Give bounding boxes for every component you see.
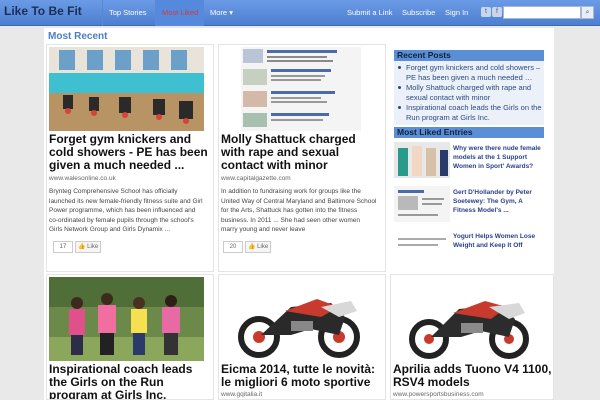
story-title[interactable]: Molly Shattuck charged with rape and sex…: [221, 133, 381, 172]
story-source[interactable]: www.walesonline.co.uk: [49, 175, 116, 182]
recent-post-item[interactable]: Molly Shattuck charged with rape and sex…: [394, 83, 544, 102]
site-brand[interactable]: Like To Be Fit: [4, 4, 82, 18]
story-thumbnail-motorcycle[interactable]: [221, 277, 376, 361]
like-button[interactable]: 👍 Like: [245, 241, 271, 253]
story-thumbnail-article[interactable]: [241, 47, 361, 131]
liked-entry[interactable]: Yogurt Helps Women Lose Weight and Keep …: [394, 226, 544, 270]
story-title[interactable]: Aprilia adds Tuono V4 1100, RSV4 models: [393, 363, 553, 389]
submit-link[interactable]: Submit a Link: [347, 0, 392, 26]
liked-thumbnail[interactable]: [394, 230, 450, 266]
twitter-icon[interactable]: t: [481, 7, 491, 17]
story-title[interactable]: Inspirational coach leads the Girls on t…: [49, 363, 209, 400]
story-source[interactable]: www.powersportsbusiness.com: [393, 391, 484, 398]
thumbs-up-icon: 👍: [248, 244, 256, 250]
most-liked-list: Why were there nude female models at the…: [394, 138, 544, 270]
nav-top-stories[interactable]: Top Stories: [102, 0, 153, 26]
recent-post-item[interactable]: Forget gym knickers and cold showers – P…: [394, 63, 544, 82]
section-title: Most Recent: [48, 31, 108, 42]
story-thumbnail-motorcycle[interactable]: [393, 277, 548, 361]
like-count: 17: [53, 241, 73, 253]
liked-entry-title[interactable]: Why were there nude female models at the…: [453, 144, 545, 171]
like-button[interactable]: 👍 Like: [75, 241, 101, 253]
nav-most-liked[interactable]: Most Liked: [155, 0, 205, 26]
subscribe-link[interactable]: Subscribe: [402, 0, 435, 26]
story-card[interactable]: Molly Shattuck charged with rape and sex…: [218, 44, 386, 272]
story-title[interactable]: Forget gym knickers and cold showers - P…: [49, 133, 209, 172]
story-card[interactable]: Eicma 2014, tutte le novità: le migliori…: [218, 274, 386, 400]
nav-more[interactable]: More ▾: [203, 0, 239, 26]
story-source[interactable]: www.gqitalia.it: [221, 391, 262, 398]
story-title[interactable]: Eicma 2014, tutte le novità: le migliori…: [221, 363, 381, 389]
search-icon[interactable]: ⌕: [581, 6, 594, 19]
bullet-icon: [398, 86, 401, 89]
story-card[interactable]: Inspirational coach leads the Girls on t…: [46, 274, 214, 400]
liked-entry[interactable]: Gert D'Hollander by Peter Soetewey: The …: [394, 182, 544, 226]
recent-posts-heading: Recent Posts: [394, 50, 544, 61]
bullet-icon: [398, 66, 401, 69]
sign-in-link[interactable]: Sign In: [445, 0, 468, 26]
liked-thumbnail[interactable]: [394, 142, 450, 178]
recent-post-item[interactable]: Inspirational coach leads the Girls on t…: [394, 103, 544, 122]
most-liked-heading: Most Liked Entries: [394, 127, 544, 138]
story-thumbnail-girls[interactable]: [49, 277, 204, 361]
liked-entry[interactable]: Why were there nude female models at the…: [394, 138, 544, 182]
bullet-icon: [398, 106, 401, 109]
like-button-label: Like: [87, 244, 99, 250]
facebook-icon[interactable]: f: [492, 7, 502, 17]
like-count: 20: [223, 241, 243, 253]
liked-thumbnail[interactable]: [394, 186, 450, 222]
nav-more-label: More: [210, 8, 228, 17]
story-card[interactable]: Aprilia adds Tuono V4 1100, RSV4 models …: [390, 274, 554, 400]
like-button-label: Like: [257, 244, 269, 250]
thumbs-up-icon: 👍: [78, 244, 86, 250]
recent-post-link[interactable]: Inspirational coach leads the Girls on t…: [406, 103, 542, 122]
story-source[interactable]: www.capitalgazette.com: [221, 175, 291, 182]
sidebar: Recent Posts Forget gym knickers and col…: [394, 50, 544, 270]
recent-post-link[interactable]: Molly Shattuck charged with rape and sex…: [406, 83, 531, 102]
top-nav-bar: Like To Be Fit Top Stories Most Liked Mo…: [0, 0, 600, 26]
story-card[interactable]: Forget gym knickers and cold showers - P…: [46, 44, 214, 272]
story-excerpt: In addition to fundraising work for grou…: [221, 188, 377, 233]
chevron-down-icon: ▾: [229, 8, 233, 17]
recent-post-link[interactable]: Forget gym knickers and cold showers – P…: [406, 63, 540, 82]
recent-posts-list: Forget gym knickers and cold showers – P…: [394, 61, 544, 125]
story-excerpt: Brynteg Comprehensive School has officia…: [49, 188, 203, 233]
liked-entry-title[interactable]: Yogurt Helps Women Lose Weight and Keep …: [453, 232, 545, 250]
liked-entry-title[interactable]: Gert D'Hollander by Peter Soetewey: The …: [453, 188, 545, 215]
story-thumbnail-gym[interactable]: [49, 47, 204, 131]
search-input[interactable]: [503, 6, 581, 19]
